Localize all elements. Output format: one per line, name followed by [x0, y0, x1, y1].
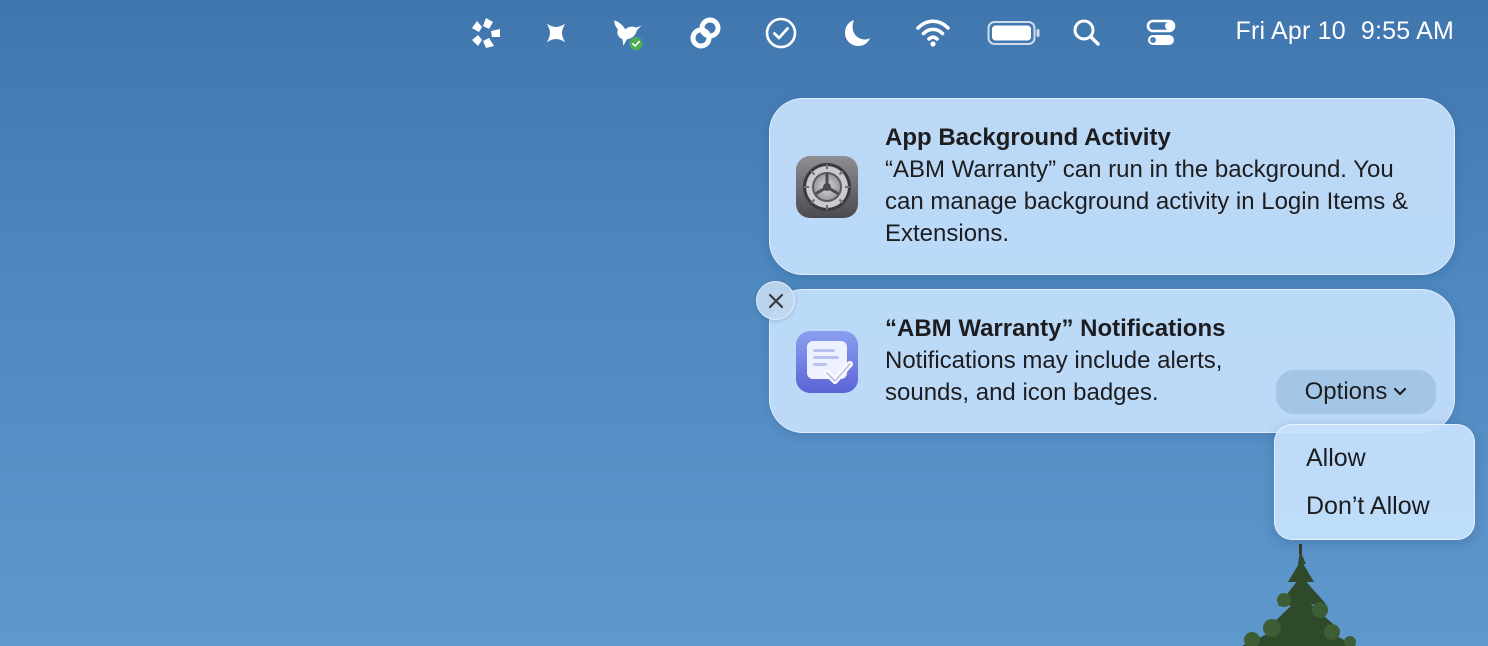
clock-date: Fri Apr 10	[1235, 17, 1346, 45]
abm-warranty-app-icon	[795, 330, 859, 394]
wifi-icon[interactable]	[915, 15, 951, 51]
wallpaper-tree-image	[1180, 540, 1380, 646]
checkmark-circle-icon[interactable]	[763, 15, 799, 51]
battery-icon[interactable]	[986, 15, 1042, 51]
focus-moon-icon[interactable]	[839, 15, 875, 51]
aperture-app-icon[interactable]	[468, 15, 504, 51]
clock-time: 9:55 AM	[1360, 17, 1454, 45]
link-chain-app-icon[interactable]	[688, 15, 724, 51]
notification-body: Notifications may include alerts, sounds…	[885, 347, 1223, 406]
notification-body: “ABM Warranty” can run in the background…	[885, 156, 1408, 247]
close-notification-button[interactable]	[756, 281, 795, 320]
menu-item-dont-allow[interactable]: Don’t Allow	[1306, 492, 1430, 521]
notification-title: “ABM Warranty” Notifications	[885, 315, 1226, 342]
control-center-icon[interactable]	[1143, 15, 1179, 51]
chevron-down-icon	[1393, 387, 1407, 397]
spotlight-search-icon[interactable]	[1069, 15, 1105, 51]
menu-bar-clock[interactable]: Fri Apr 10 9:55 AM	[1236, 17, 1455, 46]
options-button[interactable]: Options	[1276, 370, 1436, 414]
cross-sparkle-app-icon[interactable]	[538, 15, 574, 51]
menu-item-allow[interactable]: Allow	[1306, 444, 1366, 473]
options-button-label: Options	[1304, 378, 1388, 405]
notification-title: App Background Activity	[885, 124, 1171, 151]
options-dropdown-menu: Allow Don’t Allow	[1274, 424, 1475, 540]
notification-background-activity[interactable]: App Background Activity “ABM Warranty” c…	[769, 98, 1455, 275]
hummingbird-check-app-icon[interactable]	[609, 15, 645, 51]
menu-bar: Fri Apr 10 9:55 AM	[0, 0, 1488, 66]
notification-content: App Background Activity “ABM Warranty” c…	[885, 122, 1432, 250]
system-settings-gear-icon	[795, 155, 859, 219]
close-icon	[768, 293, 783, 308]
